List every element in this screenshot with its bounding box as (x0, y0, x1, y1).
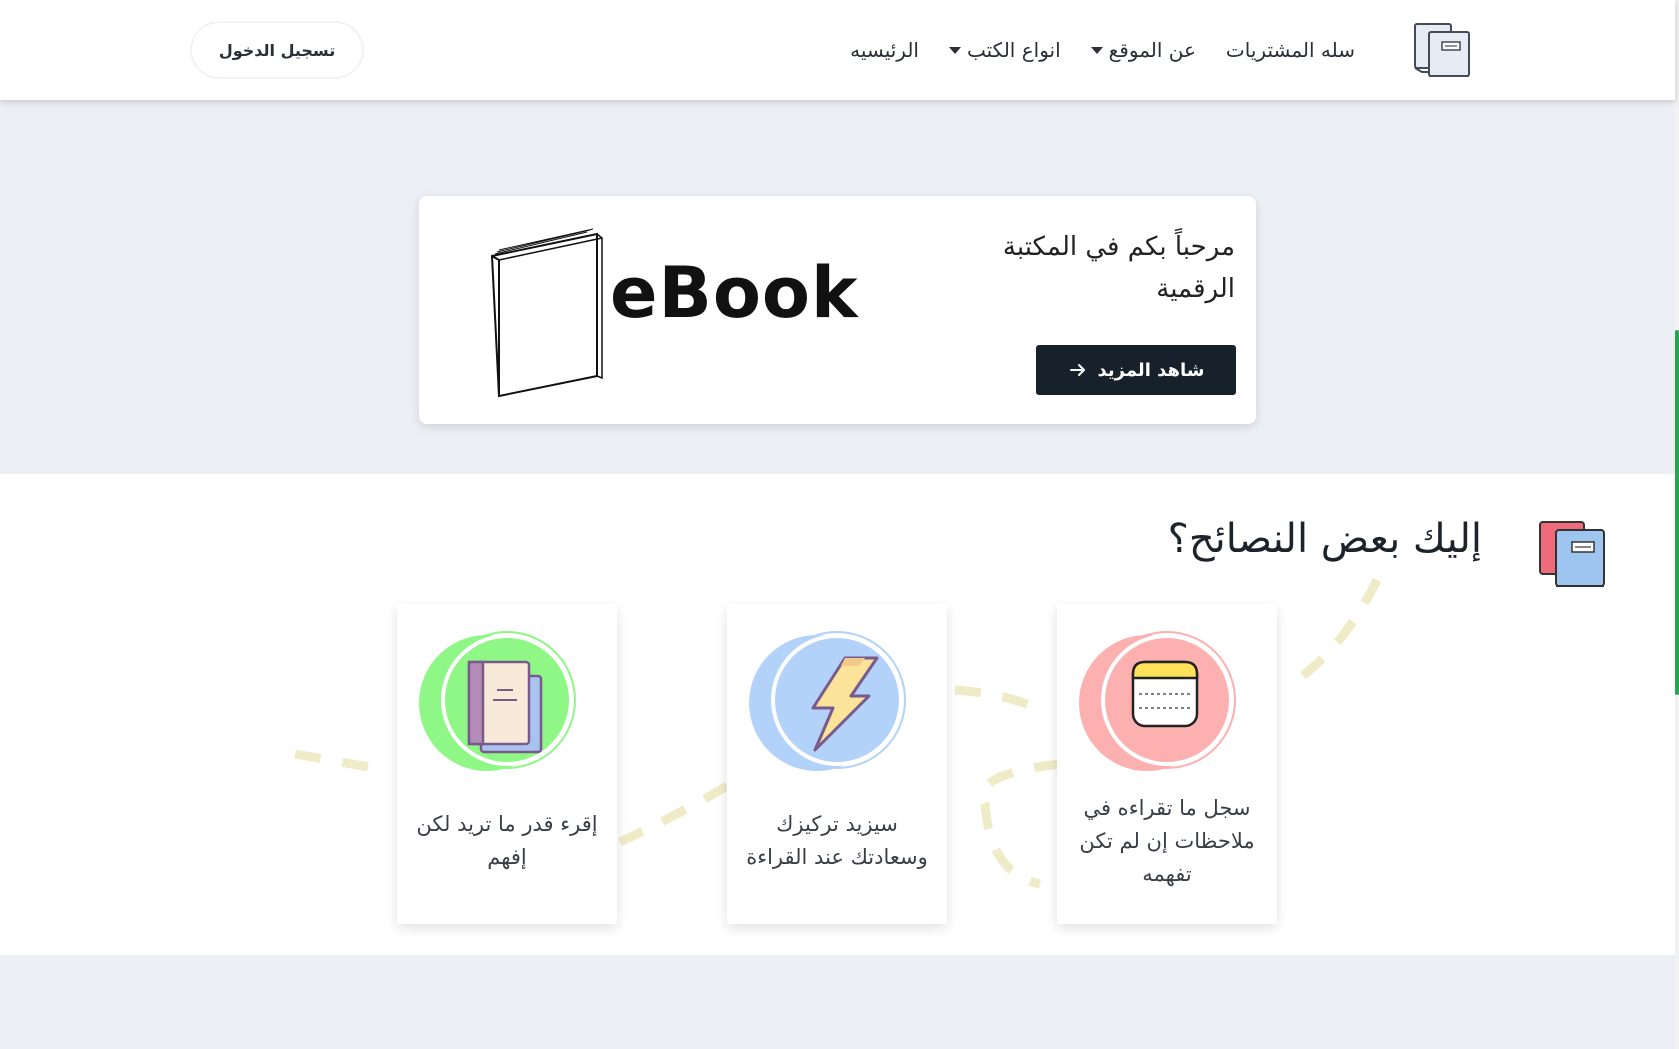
hero-card: مرحباً بكم في المكتبة الرقمية شاهد المزي… (419, 196, 1256, 424)
nav-item-home[interactable]: الرئيسيه (850, 38, 919, 62)
tip-text-notes: سجل ما تقراءه في ملاحظات إن لم تكن تفهمه (1079, 796, 1255, 886)
navbar: الرئيسيه انواع الكتب عن الموقع سله المشت… (0, 0, 1675, 100)
tip-text-understand: إقرء قدر ما تريد لكن إفهم (416, 812, 598, 869)
caret-down-icon (948, 46, 961, 54)
tip-card-focus: سيزيد تركيزك وسعادتك عند القراءة (727, 604, 947, 924)
notebook-icon (419, 631, 576, 771)
caret-down-icon (1090, 46, 1103, 54)
see-more-button[interactable]: شاهد المزيد (1036, 345, 1236, 395)
tip-card-understand: إقرء قدر ما تريد لكن إفهم (397, 604, 617, 924)
books-icon (1539, 521, 1605, 587)
tips-section: إليك بعض النصائح؟ سجل ما تقراءه في ملاحظ… (0, 474, 1675, 955)
ebook-brand-text: eBook (610, 252, 859, 334)
nav-links: الرئيسيه انواع الكتب عن الموقع سله المشت… (850, 34, 1355, 66)
tips-title: إليك بعض النصائح؟ (1167, 516, 1482, 562)
see-more-label: شاهد المزيد (1097, 359, 1205, 381)
tip-text-focus: سيزيد تركيزك وسعادتك عند القراءة (746, 812, 928, 869)
lightning-icon (749, 631, 906, 771)
nav-item-about-label: عن الموقع (1108, 38, 1196, 62)
nav-item-about[interactable]: عن الموقع (1090, 38, 1196, 62)
books-icon[interactable] (1412, 20, 1474, 80)
nav-item-book-types-label: انواع الكتب (966, 38, 1061, 62)
tip-card-notes: سجل ما تقراءه في ملاحظات إن لم تكن تفهمه (1057, 604, 1277, 924)
hero-title: مرحباً بكم في المكتبة الرقمية (1002, 232, 1235, 304)
nav-item-book-types[interactable]: انواع الكتب (948, 38, 1061, 62)
book-illustration-icon (490, 228, 603, 398)
notes-icon (1079, 631, 1236, 771)
scrollbar-thumb[interactable] (1675, 330, 1679, 695)
nav-item-home-label: الرئيسيه (850, 38, 919, 62)
arrow-right-icon (1069, 364, 1085, 376)
nav-item-cart[interactable]: سله المشتريات (1226, 38, 1355, 62)
nav-item-cart-label: سله المشتريات (1225, 38, 1355, 62)
login-button[interactable]: تسجيل الدخول (191, 22, 363, 78)
